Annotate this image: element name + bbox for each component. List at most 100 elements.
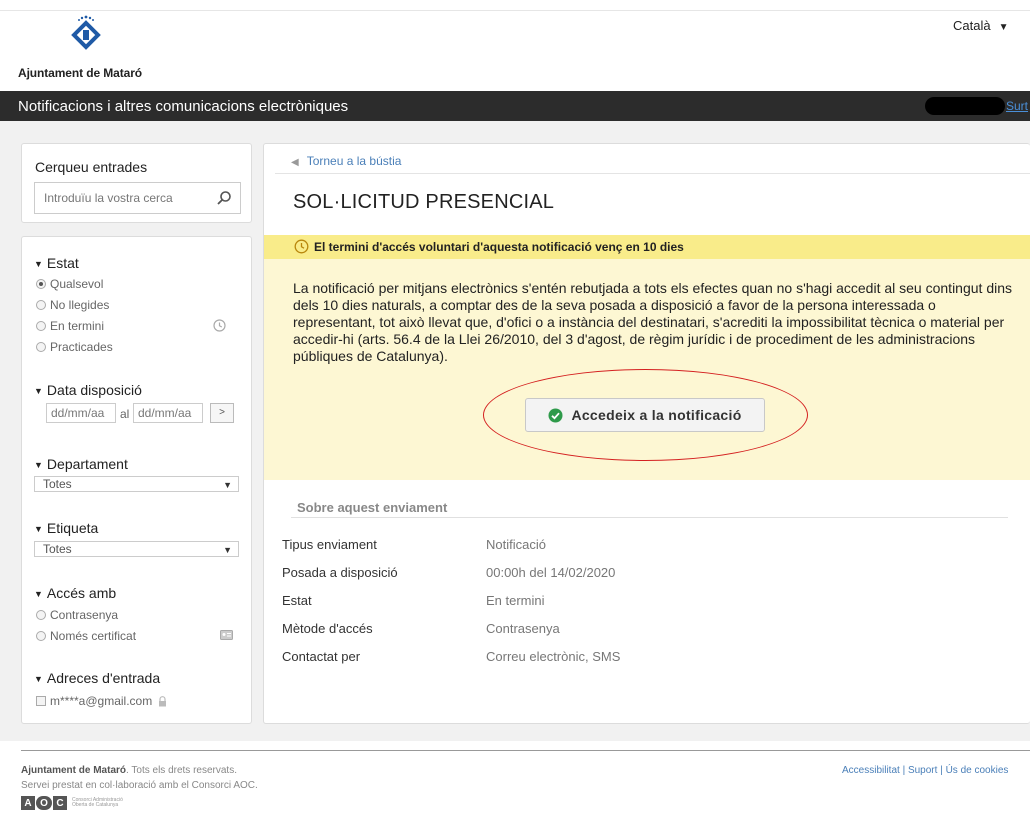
search-icon[interactable] [216, 190, 232, 206]
detail-key: Posada a disposició [282, 565, 398, 580]
option-label: Contrasenya [50, 608, 119, 622]
filter-adreces-title[interactable]: ▼ Adreces d'entrada [34, 670, 160, 686]
date-to-input[interactable]: dd/mm/aa [133, 403, 203, 423]
filter-estat-qualsevol[interactable]: Qualsevol [36, 277, 103, 291]
mataro-emblem-icon [71, 15, 101, 50]
clock-icon [294, 239, 309, 254]
app-header-bar: Notificacions i altres comunicacions ele… [0, 91, 1030, 121]
radio[interactable] [36, 631, 46, 641]
arrow-left-icon: ◀ [291, 157, 299, 168]
departament-select[interactable]: Totes ▼ [34, 476, 239, 492]
filter-estat-practicades[interactable]: Practicades [36, 340, 113, 354]
clock-icon [213, 319, 226, 332]
checkbox[interactable] [36, 696, 46, 706]
page-title: SOL·LICITUD PRESENCIAL [293, 191, 555, 213]
deadline-notice: El termini d'accés voluntari d'aquesta n… [264, 235, 1030, 480]
about-section-title: Sobre aquest enviament [297, 500, 448, 515]
caret-down-icon: ▼ [34, 589, 43, 599]
caret-down-icon: ▼ [34, 674, 43, 684]
filter-estat-en-termini[interactable]: En termini [36, 319, 104, 333]
logout-link[interactable]: Surt [1006, 99, 1028, 113]
filter-estat-title[interactable]: ▼ Estat [34, 255, 79, 271]
chevron-down-icon: ▼ [223, 545, 232, 555]
caret-down-icon: ▼ [34, 386, 43, 396]
radio[interactable] [36, 300, 46, 310]
detail-key: Contactat per [282, 649, 361, 664]
footer-rights: . Tots els drets reservats. [126, 765, 237, 776]
filter-departament-title[interactable]: ▼ Departament [34, 456, 128, 472]
date-apply-button[interactable]: > [210, 403, 234, 423]
filter-acces-title[interactable]: ▼ Accés amb [34, 585, 116, 601]
org-logo[interactable]: Ajuntament de Mataró [18, 14, 188, 80]
notice-header: El termini d'accés voluntari d'aquesta n… [264, 235, 1030, 259]
detail-value: En termini [486, 593, 545, 608]
detail-key: Tipus enviament [282, 537, 377, 552]
access-notification-button[interactable]: Accedeix a la notificació [525, 398, 765, 432]
date-separator: al [120, 407, 130, 421]
footer-divider [21, 750, 1030, 751]
filter-acces-label: Accés amb [46, 585, 117, 601]
detail-value: Notificació [486, 537, 546, 552]
app-title: Notificacions i altres comunicacions ele… [18, 98, 349, 115]
search-title: Cerqueu entrades [35, 159, 148, 175]
chevron-down-icon: ▼ [998, 22, 1009, 33]
caret-down-icon: ▼ [34, 460, 43, 470]
detail-value: Correu electrònic, SMS [486, 649, 621, 664]
aoc-caption: Consorci Administració Oberta de Catalun… [72, 797, 123, 808]
radio[interactable] [36, 342, 46, 352]
back-label: Torneu a la bústia [306, 154, 402, 168]
detail-value: Contrasenya [486, 621, 560, 636]
filter-etiqueta-label: Etiqueta [46, 520, 99, 536]
filter-adreces-email[interactable]: m****a@gmail.com [36, 694, 167, 708]
filter-estat-no-llegides[interactable]: No llegides [36, 298, 109, 312]
aoc-letter: A [21, 796, 35, 810]
filter-acces-certificat[interactable]: Només certificat [36, 629, 136, 643]
aoc-letter: C [53, 796, 67, 810]
footer-service-note: Servei prestat en col·laboració amb el C… [21, 780, 258, 791]
filter-estat-label: Estat [46, 255, 79, 271]
search-panel: Cerqueu entrades [21, 143, 252, 223]
caret-down-icon: ▼ [34, 259, 43, 269]
filter-adreces-label: Adreces d'entrada [46, 670, 161, 686]
radio-selected[interactable] [36, 279, 46, 289]
radio[interactable] [36, 610, 46, 620]
option-label: Només certificat [50, 629, 137, 643]
etiqueta-select[interactable]: Totes ▼ [34, 541, 239, 557]
notice-heading: El termini d'accés voluntari d'aquesta n… [314, 240, 684, 254]
filter-acces-contrasenya[interactable]: Contrasenya [36, 608, 118, 622]
filter-data-label: Data disposició [46, 382, 142, 398]
top-divider [0, 10, 1030, 11]
select-value: Totes [43, 542, 72, 556]
option-label: Practicades [50, 340, 113, 354]
notice-text: La notificació per mitjans electrònics s… [293, 280, 1012, 364]
detail-key: Mètode d'accés [282, 621, 373, 636]
detail-key: Estat [282, 593, 312, 608]
date-from-input[interactable]: dd/mm/aa [46, 403, 116, 423]
footer-copyright: Ajuntament de Mataró. Tots els drets res… [21, 765, 237, 776]
divider [291, 517, 1008, 518]
notification-panel: ◀ Torneu a la bústia SOL·LICITUD PRESENCI… [263, 143, 1030, 724]
footer-links[interactable]: Accessibilitat | Suport | Ús de cookies [842, 765, 1008, 776]
back-to-inbox-link[interactable]: ◀ Torneu a la bústia [291, 154, 401, 168]
aoc-logo[interactable]: A O C Consorci Administració Oberta de C… [21, 796, 132, 810]
org-name: Ajuntament de Mataró [18, 66, 143, 80]
footer-org: Ajuntament de Mataró [21, 765, 127, 776]
lock-icon [159, 695, 167, 706]
option-label: En termini [50, 319, 105, 333]
option-label: Qualsevol [50, 277, 104, 291]
language-select[interactable]: Català ▼ [953, 18, 1008, 33]
option-label: m****a@gmail.com [50, 694, 153, 708]
language-value: Català [953, 18, 991, 33]
chevron-down-icon: ▼ [223, 480, 232, 490]
filter-etiqueta-title[interactable]: ▼ Etiqueta [34, 520, 98, 536]
search-box [34, 182, 241, 214]
caret-down-icon: ▼ [34, 524, 43, 534]
filter-data-title[interactable]: ▼ Data disposició [34, 382, 142, 398]
id-card-icon [220, 630, 233, 640]
user-name-redacted [925, 97, 1005, 115]
radio[interactable] [36, 321, 46, 331]
select-value: Totes [43, 477, 72, 491]
access-button-label: Accedeix a la notificació [571, 407, 742, 423]
check-circle-icon [548, 408, 563, 422]
search-input[interactable] [44, 191, 204, 205]
